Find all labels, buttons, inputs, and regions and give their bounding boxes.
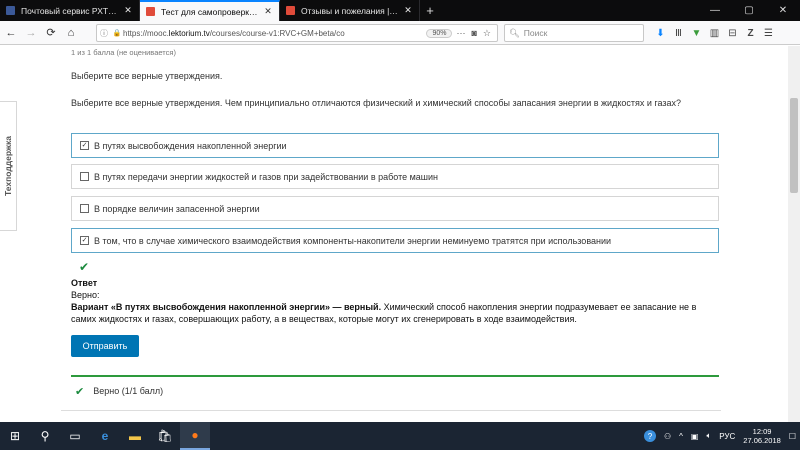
tab-feedback[interactable]: Отзывы и пожелания | Лекторий ✕ (280, 0, 420, 21)
submit-button[interactable]: Отправить (71, 335, 139, 357)
start-windows-icon[interactable]: ⊞ (0, 422, 30, 450)
clock[interactable]: 12:09 27.06.2018 (743, 427, 781, 445)
file-explorer-icon[interactable]: ▬ (120, 422, 150, 450)
page-scrollbar[interactable] (788, 46, 800, 422)
score-text: 1 из 1 балла (не оценивается) (71, 48, 176, 57)
option-4[interactable]: ✓ В том, что в случае химического взаимо… (71, 228, 719, 253)
forward-button[interactable]: → (22, 24, 40, 42)
tab-title: Отзывы и пожелания | Лекторий (301, 5, 399, 16)
lektorium-favicon-icon (146, 7, 155, 16)
new-tab-button[interactable]: + (420, 0, 440, 21)
option-label: В порядке величин запасенной энергии (94, 203, 260, 214)
language-indicator[interactable]: РУС (719, 432, 735, 441)
page-actions-icon[interactable]: ··· (456, 28, 465, 39)
answer-bold: Вариант «В путях высвобождения накопленн… (71, 302, 382, 312)
zoom-indicator[interactable]: 90% (426, 28, 453, 38)
scrollbar-thumb[interactable] (790, 98, 798, 193)
edge-browser-icon[interactable]: e (90, 422, 120, 450)
store-icon[interactable]: 🛍︎ (150, 422, 180, 450)
maximize-button[interactable]: ▢ (732, 0, 766, 21)
home-button[interactable]: ⌂ (62, 24, 80, 42)
option-3[interactable]: В порядке величин запасенной энергии (71, 196, 719, 221)
download-icon[interactable]: ⬇ (654, 24, 667, 42)
search-icon[interactable]: ⚲ (30, 422, 60, 450)
pocket-icon[interactable]: ◙ (471, 28, 476, 39)
url-text[interactable]: https://mooc.lektorium.tv/courses/course… (123, 29, 426, 38)
close-window-button[interactable]: ✕ (766, 0, 800, 21)
tab-strip: Почтовый сервис РХТУ им. Д.И ✕ Тест для … (0, 0, 800, 21)
option-label: В путях высвобождения накопленной энерги… (94, 140, 287, 151)
tab-title: Почтовый сервис РХТУ им. Д.И (21, 5, 119, 16)
close-tab-icon[interactable]: ✕ (403, 5, 413, 16)
mail-favicon-icon (6, 6, 15, 15)
back-button[interactable]: ← (2, 24, 20, 42)
window-controls: — ▢ ✕ (698, 0, 800, 21)
result-text: Верно (1/1 балл) (93, 386, 164, 396)
reload-button[interactable]: ⟳ (42, 24, 60, 42)
checkbox-checked[interactable]: ✓ (80, 141, 89, 150)
info-icon[interactable]: ⓘ (97, 28, 111, 39)
checkbox-unchecked[interactable] (80, 204, 89, 213)
lektorium-favicon-icon (286, 6, 295, 15)
bookmark-star-icon[interactable]: ☆ (483, 28, 491, 39)
search-placeholder: Поиск (523, 28, 548, 38)
toolbar-icons: ⬇ Ⅲ ▼ ▥ ⊟ Z ☰ (654, 24, 775, 42)
zotero-icon[interactable]: Z (744, 24, 757, 42)
windows-taskbar: ⊞ ⚲ ▭ e ▬ 🛍︎ ● ? ⚇ ^ ▣ 🔈︎ РУС 12:09 27.06… (0, 422, 800, 450)
reader-icon[interactable]: ⊟ (726, 24, 739, 42)
option-2[interactable]: В путях передачи энергии жидкостей и газ… (71, 164, 719, 189)
people-icon[interactable]: ⚇ (664, 432, 671, 441)
tab-title: Тест для самопроверки | 2.3 (161, 6, 259, 17)
task-view-icon[interactable]: ▭ (60, 422, 90, 450)
result-check-icon: ✔ (75, 385, 85, 398)
result-bar: ✔ Верно (1/1 балл) (71, 375, 719, 405)
answer-title: Ответ (71, 278, 98, 288)
help-icon[interactable]: ? (643, 430, 656, 442)
url-prefix: https://mooc. (123, 28, 169, 38)
divider (61, 410, 721, 411)
clock-time: 12:09 (752, 427, 772, 436)
url-domain: lektorium.tv (168, 28, 210, 38)
url-path: /courses/course-v1:RVC+GM+beta/co (209, 28, 345, 38)
system-tray: ? ⚇ ^ ▣ 🔈︎ РУС 12:09 27.06.2018 ☐ (643, 427, 800, 445)
menu-icon[interactable]: ☰ (762, 24, 775, 42)
network-icon[interactable]: ▣ (691, 432, 699, 441)
notifications-icon[interactable]: ☐ (789, 432, 796, 441)
correct-check-icon: ✔ (79, 260, 90, 274)
search-icon: 🔍︎ (509, 27, 520, 38)
support-tab[interactable]: Техподдержка (0, 101, 17, 231)
volume-icon[interactable]: 🔈︎ (706, 431, 711, 441)
sidebar-toggle-icon[interactable]: ▥ (708, 24, 721, 42)
instruction-text: Выберите все верные утверждения. (71, 71, 223, 81)
page-content: Техподдержка 1 из 1 балла (не оцениваетс… (0, 46, 800, 422)
close-tab-icon[interactable]: ✕ (263, 6, 273, 17)
option-label: В путях передачи энергии жидкостей и газ… (94, 171, 439, 182)
extension-arrow-icon[interactable]: ▼ (690, 24, 703, 42)
tab-mail[interactable]: Почтовый сервис РХТУ им. Д.И ✕ (0, 0, 140, 21)
answer-explanation: Вариант «В путях высвобождения накопленн… (71, 302, 721, 325)
answer-verdict: Верно: (71, 290, 100, 300)
checkbox-unchecked[interactable] (80, 172, 89, 181)
checkbox-checked[interactable]: ✓ (80, 236, 89, 245)
minimize-button[interactable]: — (698, 0, 732, 21)
show-hidden-icons-icon[interactable]: ^ (679, 432, 683, 441)
support-label: Техподдержка (3, 136, 13, 196)
search-field[interactable]: 🔍︎ Поиск (504, 24, 644, 42)
navigation-bar: ← → ⟳ ⌂ ⓘ 🔒 https://mooc.lektorium.tv/co… (0, 21, 800, 45)
tab-test[interactable]: Тест для самопроверки | 2.3 ✕ (140, 0, 280, 21)
lock-icon: 🔒 (112, 30, 122, 37)
question-text: Выберите все верные утверждения. Чем при… (71, 98, 682, 108)
option-label: В том, что в случае химического взаимоде… (94, 235, 612, 246)
url-bar[interactable]: ⓘ 🔒 https://mooc.lektorium.tv/courses/co… (96, 24, 498, 42)
close-tab-icon[interactable]: ✕ (123, 5, 133, 16)
firefox-icon[interactable]: ● (180, 422, 210, 450)
clock-date: 27.06.2018 (743, 436, 781, 445)
option-1[interactable]: ✓ В путях высвобождения накопленной энер… (71, 133, 719, 158)
library-icon[interactable]: Ⅲ (672, 24, 685, 42)
